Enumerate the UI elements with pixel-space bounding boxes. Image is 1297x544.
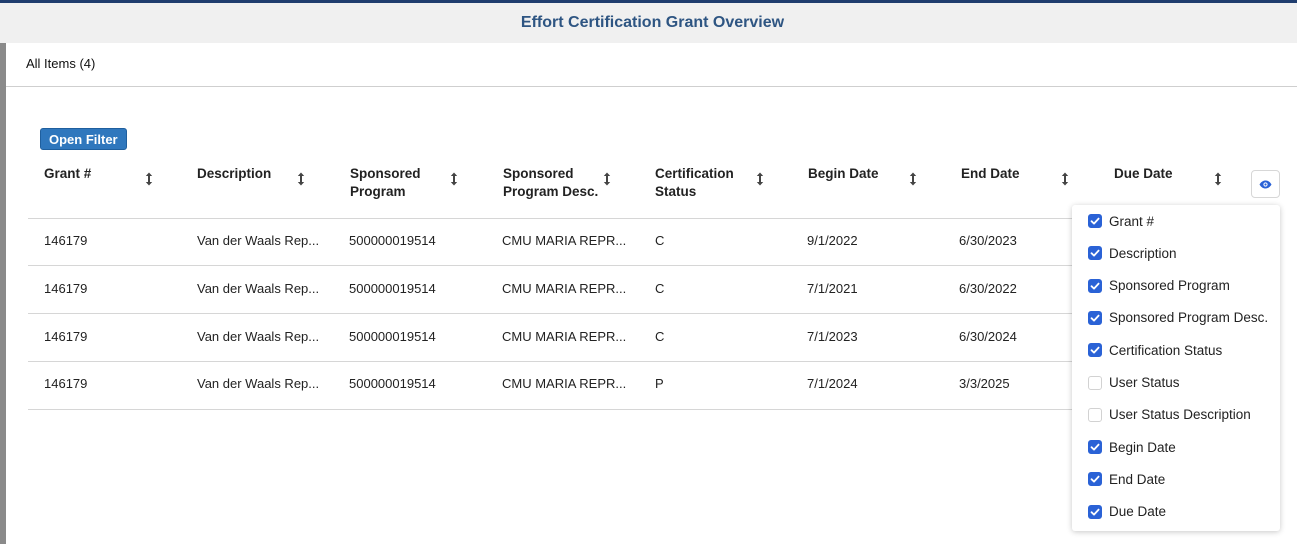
column-header-due-date[interactable]: Due Date bbox=[1114, 165, 1173, 183]
checkbox-checked[interactable] bbox=[1088, 246, 1102, 261]
column-option-user-status-description[interactable]: User Status Description bbox=[1072, 401, 1280, 429]
checkbox-checked[interactable] bbox=[1088, 278, 1102, 293]
cell-certification-status: C bbox=[655, 233, 665, 248]
cell-description: Van der Waals Rep... bbox=[197, 233, 320, 248]
checkbox-unchecked[interactable] bbox=[1088, 407, 1102, 422]
cell-grant: 146179 bbox=[44, 233, 88, 248]
checkbox-checked[interactable] bbox=[1088, 310, 1102, 325]
column-header-end-date[interactable]: End Date bbox=[961, 165, 1020, 183]
column-option-sponsored-program[interactable]: Sponsored Program bbox=[1072, 272, 1280, 300]
column-option-label: User Status bbox=[1109, 375, 1180, 390]
eye-icon bbox=[1259, 180, 1272, 188]
cell-sponsored-program: 500000019514 bbox=[349, 281, 436, 296]
column-option-begin-date[interactable]: Begin Date bbox=[1072, 433, 1280, 461]
column-option-label: Certification Status bbox=[1109, 342, 1223, 358]
cell-description: Van der Waals Rep... bbox=[197, 329, 320, 344]
cell-begin-date: 7/1/2021 bbox=[807, 281, 858, 296]
column-option-label: Begin Date bbox=[1109, 439, 1176, 455]
row-divider bbox=[28, 313, 1073, 314]
page-title: Effort Certification Grant Overview bbox=[520, 14, 785, 31]
cell-grant: 146179 bbox=[44, 376, 88, 391]
column-option-sponsored-program-desc[interactable]: Sponsored Program Desc. bbox=[1072, 304, 1280, 332]
cell-sponsored-program: 500000019514 bbox=[349, 329, 436, 344]
column-chooser-button[interactable] bbox=[1251, 170, 1280, 198]
sort-sponsored-program-desc-icon[interactable] bbox=[603, 172, 613, 186]
sort-begin-date-icon[interactable] bbox=[909, 172, 919, 186]
column-option-label: End Date bbox=[1109, 471, 1166, 487]
cell-end-date: 6/30/2023 bbox=[959, 233, 1017, 248]
column-option-end-date[interactable]: End Date bbox=[1072, 465, 1280, 493]
cell-begin-date: 9/1/2022 bbox=[807, 233, 858, 248]
column-header-sponsored-program-desc[interactable]: Sponsored Program Desc. bbox=[503, 165, 598, 201]
cell-sponsored-program-desc: CMU MARIA REPR... bbox=[502, 329, 627, 344]
page-header: Effort Certification Grant Overview bbox=[0, 3, 1297, 43]
checkbox-checked[interactable] bbox=[1088, 440, 1102, 455]
cell-begin-date: 7/1/2023 bbox=[807, 329, 858, 344]
column-header-begin-date[interactable]: Begin Date bbox=[808, 165, 879, 183]
column-option-label: Sponsored Program bbox=[1109, 278, 1230, 294]
row-divider bbox=[28, 218, 1073, 219]
view-tabs: All Items (4) bbox=[6, 43, 1297, 87]
cell-description: Van der Waals Rep... bbox=[197, 376, 320, 391]
cell-certification-status: P bbox=[655, 376, 664, 391]
column-option-certification-status[interactable]: Certification Status bbox=[1072, 336, 1280, 364]
column-option-user-status[interactable]: User Status bbox=[1072, 369, 1280, 397]
sort-certification-status-icon[interactable] bbox=[756, 172, 766, 186]
sort-due-date-icon[interactable] bbox=[1214, 172, 1224, 186]
column-option-label: User Status Description bbox=[1109, 407, 1251, 423]
column-option-label: Sponsored Program Desc. bbox=[1109, 310, 1269, 326]
cell-grant: 146179 bbox=[44, 329, 88, 344]
row-divider bbox=[28, 361, 1073, 362]
cell-end-date: 6/30/2022 bbox=[959, 281, 1017, 296]
checkbox-unchecked[interactable] bbox=[1088, 375, 1102, 390]
cell-description: Van der Waals Rep... bbox=[197, 281, 320, 296]
checkbox-checked[interactable] bbox=[1088, 343, 1102, 358]
sort-description-icon[interactable] bbox=[297, 172, 307, 186]
left-edge-bar bbox=[0, 43, 6, 544]
cell-sponsored-program-desc: CMU MARIA REPR... bbox=[502, 233, 627, 248]
column-option-grant[interactable]: Grant # bbox=[1072, 207, 1280, 235]
cell-sponsored-program-desc: CMU MARIA REPR... bbox=[502, 281, 627, 296]
column-option-label: Due Date bbox=[1109, 504, 1167, 520]
cell-certification-status: C bbox=[655, 281, 665, 296]
cell-certification-status: C bbox=[655, 329, 665, 344]
cell-end-date: 6/30/2024 bbox=[959, 329, 1017, 344]
sort-sponsored-program-icon[interactable] bbox=[450, 172, 460, 186]
sort-end-date-icon[interactable] bbox=[1061, 172, 1071, 186]
cell-sponsored-program-desc: CMU MARIA REPR... bbox=[502, 376, 627, 391]
cell-sponsored-program: 500000019514 bbox=[349, 233, 436, 248]
cell-begin-date: 7/1/2024 bbox=[807, 376, 858, 391]
tab-all-items[interactable]: All Items (4) bbox=[26, 56, 95, 71]
row-divider bbox=[28, 409, 1073, 410]
column-header-grant[interactable]: Grant # bbox=[44, 165, 91, 183]
column-header-description[interactable]: Description bbox=[197, 165, 271, 183]
checkbox-checked[interactable] bbox=[1088, 472, 1102, 487]
cell-end-date: 3/3/2025 bbox=[959, 376, 1010, 391]
column-option-due-date[interactable]: Due Date bbox=[1072, 498, 1280, 526]
checkbox-checked[interactable] bbox=[1088, 214, 1102, 228]
column-option-description[interactable]: Description bbox=[1072, 239, 1280, 267]
column-option-label: Description bbox=[1109, 245, 1177, 261]
column-chooser-dropdown: Grant # Description Sponsored Program Spons… bbox=[1072, 205, 1280, 531]
open-filter-button[interactable]: Open Filter bbox=[40, 128, 127, 150]
checkbox-checked[interactable] bbox=[1088, 504, 1102, 519]
cell-sponsored-program: 500000019514 bbox=[349, 376, 436, 391]
column-header-sponsored-program[interactable]: Sponsored Program bbox=[350, 165, 421, 201]
column-option-label: Grant # bbox=[1109, 213, 1155, 229]
column-header-certification-status[interactable]: Certification Status bbox=[655, 165, 734, 201]
sort-grant-icon[interactable] bbox=[145, 172, 155, 186]
row-divider bbox=[28, 265, 1073, 266]
cell-grant: 146179 bbox=[44, 281, 88, 296]
